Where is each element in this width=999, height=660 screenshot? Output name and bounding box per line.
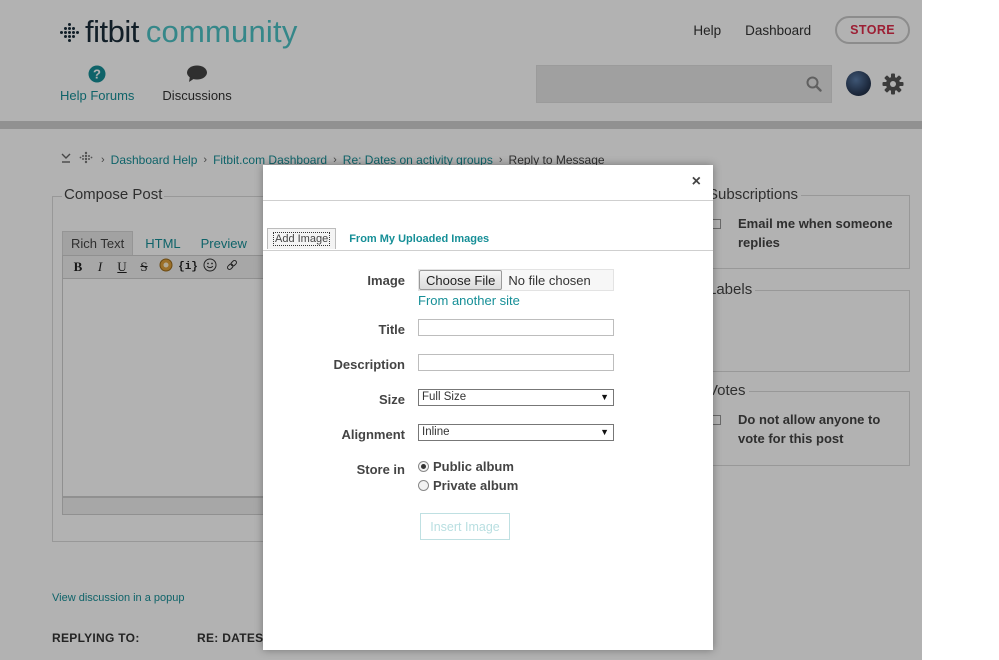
dropdown-arrow-icon: ▼: [600, 392, 609, 402]
image-label: Image: [367, 273, 405, 288]
public-album-radio[interactable]: [418, 461, 429, 472]
file-input[interactable]: Choose File No file chosen: [418, 269, 614, 291]
public-album-option[interactable]: Public album: [418, 459, 514, 474]
dialog-header-divider: [263, 200, 713, 201]
dialog-tabs-divider: [263, 250, 713, 251]
add-image-dialog: × Add Image From My Uploaded Images Imag…: [263, 165, 713, 650]
size-select-value: Full Size: [422, 391, 467, 403]
dialog-tabs: Add Image From My Uploaded Images: [267, 228, 494, 249]
close-icon[interactable]: ×: [692, 173, 701, 191]
size-select[interactable]: Full Size ▼: [418, 389, 614, 406]
description-label: Description: [333, 357, 405, 372]
choose-file-button[interactable]: Choose File: [419, 270, 503, 290]
alignment-label: Alignment: [341, 427, 405, 442]
tab-add-image[interactable]: Add Image: [267, 228, 337, 249]
public-album-label: Public album: [433, 459, 514, 474]
store-in-label: Store in: [356, 462, 405, 477]
no-file-text: No file chosen: [508, 272, 591, 288]
page: fitbit community Help Dashboard STORE ? …: [0, 0, 999, 660]
alignment-select[interactable]: Inline ▼: [418, 424, 614, 441]
tab-add-image-label: Add Image: [273, 232, 331, 246]
title-label: Title: [378, 322, 406, 337]
tab-uploaded-images[interactable]: From My Uploaded Images: [344, 229, 494, 249]
insert-image-button[interactable]: Insert Image: [420, 513, 510, 540]
title-input[interactable]: [418, 319, 614, 336]
description-input[interactable]: [418, 354, 614, 371]
private-album-radio[interactable]: [418, 480, 429, 491]
from-another-site-link[interactable]: From another site: [418, 293, 520, 308]
size-label: Size: [378, 392, 405, 407]
dropdown-arrow-icon: ▼: [600, 427, 609, 437]
private-album-label: Private album: [433, 478, 519, 493]
private-album-option[interactable]: Private album: [418, 478, 518, 493]
alignment-select-value: Inline: [422, 426, 450, 438]
